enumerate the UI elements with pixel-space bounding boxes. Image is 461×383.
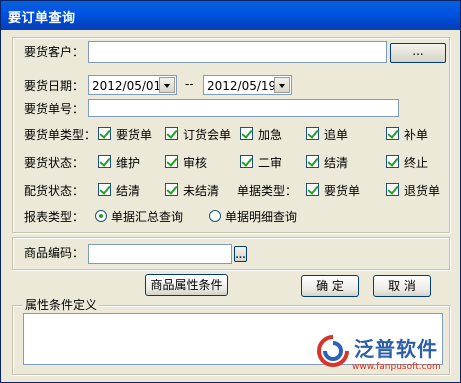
order-type-option: 补单 bbox=[404, 128, 429, 142]
window-title: 要订单查询 bbox=[8, 11, 76, 26]
date-from-value: 2012/05/01 bbox=[92, 79, 162, 93]
order-status-checkbox[interactable] bbox=[240, 155, 253, 168]
bill-type-checkbox[interactable] bbox=[306, 183, 319, 196]
brand-url: www.fanpusoft.com bbox=[352, 362, 441, 372]
order-no-label: 要货单号： bbox=[24, 102, 85, 116]
dist-status-checkbox[interactable] bbox=[165, 183, 178, 196]
attr-condition-button[interactable]: 商品属性条件 bbox=[145, 274, 228, 296]
order-type-checkbox[interactable] bbox=[98, 127, 111, 140]
brand-watermark: 泛普软件 www.fanpusoft.com bbox=[316, 332, 454, 376]
report-type-option: 单据汇总查询 bbox=[111, 210, 184, 224]
customer-input[interactable] bbox=[88, 41, 387, 63]
report-type-radio[interactable] bbox=[209, 210, 221, 222]
order-status-checkbox[interactable] bbox=[386, 155, 399, 168]
dist-status-option: 未结清 bbox=[183, 184, 220, 198]
dist-status-option: 结清 bbox=[116, 184, 141, 198]
order-type-option: 要货单 bbox=[116, 128, 153, 142]
bill-type-option: 退货单 bbox=[404, 184, 441, 198]
order-status-option: 二审 bbox=[258, 156, 283, 170]
product-code-input[interactable] bbox=[88, 244, 232, 264]
order-status-checkbox[interactable] bbox=[98, 155, 111, 168]
order-status-option: 终止 bbox=[404, 156, 429, 170]
order-type-checkbox[interactable] bbox=[306, 127, 319, 140]
customer-browse-button[interactable]: ... bbox=[390, 43, 446, 63]
date-to-value: 2012/05/19 bbox=[207, 79, 277, 93]
customer-label: 要货客户： bbox=[24, 45, 85, 59]
date-from-select[interactable]: 2012/05/01 bbox=[88, 75, 177, 95]
order-type-checkbox[interactable] bbox=[240, 127, 253, 140]
order-status-label: 要货状态： bbox=[24, 156, 85, 170]
date-to-dropdown-icon[interactable] bbox=[274, 77, 290, 93]
brand-logo-icon bbox=[317, 335, 349, 367]
bill-type-option: 要货单 bbox=[324, 184, 361, 198]
report-type-label: 报表类型： bbox=[24, 210, 85, 224]
date-from-dropdown-icon[interactable] bbox=[159, 77, 175, 93]
order-type-checkbox[interactable] bbox=[386, 127, 399, 140]
date-to-select[interactable]: 2012/05/19 bbox=[203, 75, 292, 95]
bill-type-checkbox[interactable] bbox=[386, 183, 399, 196]
order-status-option: 结清 bbox=[324, 156, 349, 170]
bill-type-label: 单据类型： bbox=[237, 184, 298, 198]
order-status-option: 审核 bbox=[183, 156, 208, 170]
order-type-checkbox[interactable] bbox=[165, 127, 178, 140]
order-no-input[interactable] bbox=[88, 99, 399, 117]
order-type-option: 加急 bbox=[258, 128, 283, 142]
date-separator: -- bbox=[185, 77, 194, 91]
attr-condition-legend: 属性条件定义 bbox=[23, 298, 100, 312]
product-code-label: 商品编码： bbox=[24, 246, 85, 260]
order-status-checkbox[interactable] bbox=[306, 155, 319, 168]
product-browse-button[interactable]: ... bbox=[234, 246, 247, 262]
report-type-radio[interactable] bbox=[95, 210, 107, 222]
order-type-option: 订货会单 bbox=[183, 128, 232, 142]
order-status-checkbox[interactable] bbox=[165, 155, 178, 168]
date-label: 要货日期： bbox=[24, 79, 85, 93]
order-type-label: 要货单类型： bbox=[24, 128, 97, 142]
ok-button[interactable]: 确 定 bbox=[301, 275, 359, 297]
brand-name: 泛普软件 bbox=[354, 337, 438, 361]
query-dialog: 要订单查询 要货客户： ... 要货日期： 2012/05/01 -- 2012… bbox=[0, 0, 461, 383]
title-bar[interactable]: 要订单查询 bbox=[1, 1, 460, 30]
order-status-option: 维护 bbox=[116, 156, 141, 170]
dist-status-label: 配货状态： bbox=[24, 184, 85, 198]
report-type-option: 单据明细查询 bbox=[225, 210, 298, 224]
dist-status-checkbox[interactable] bbox=[98, 183, 111, 196]
order-type-option: 追单 bbox=[324, 128, 349, 142]
cancel-button[interactable]: 取 消 bbox=[373, 275, 431, 297]
